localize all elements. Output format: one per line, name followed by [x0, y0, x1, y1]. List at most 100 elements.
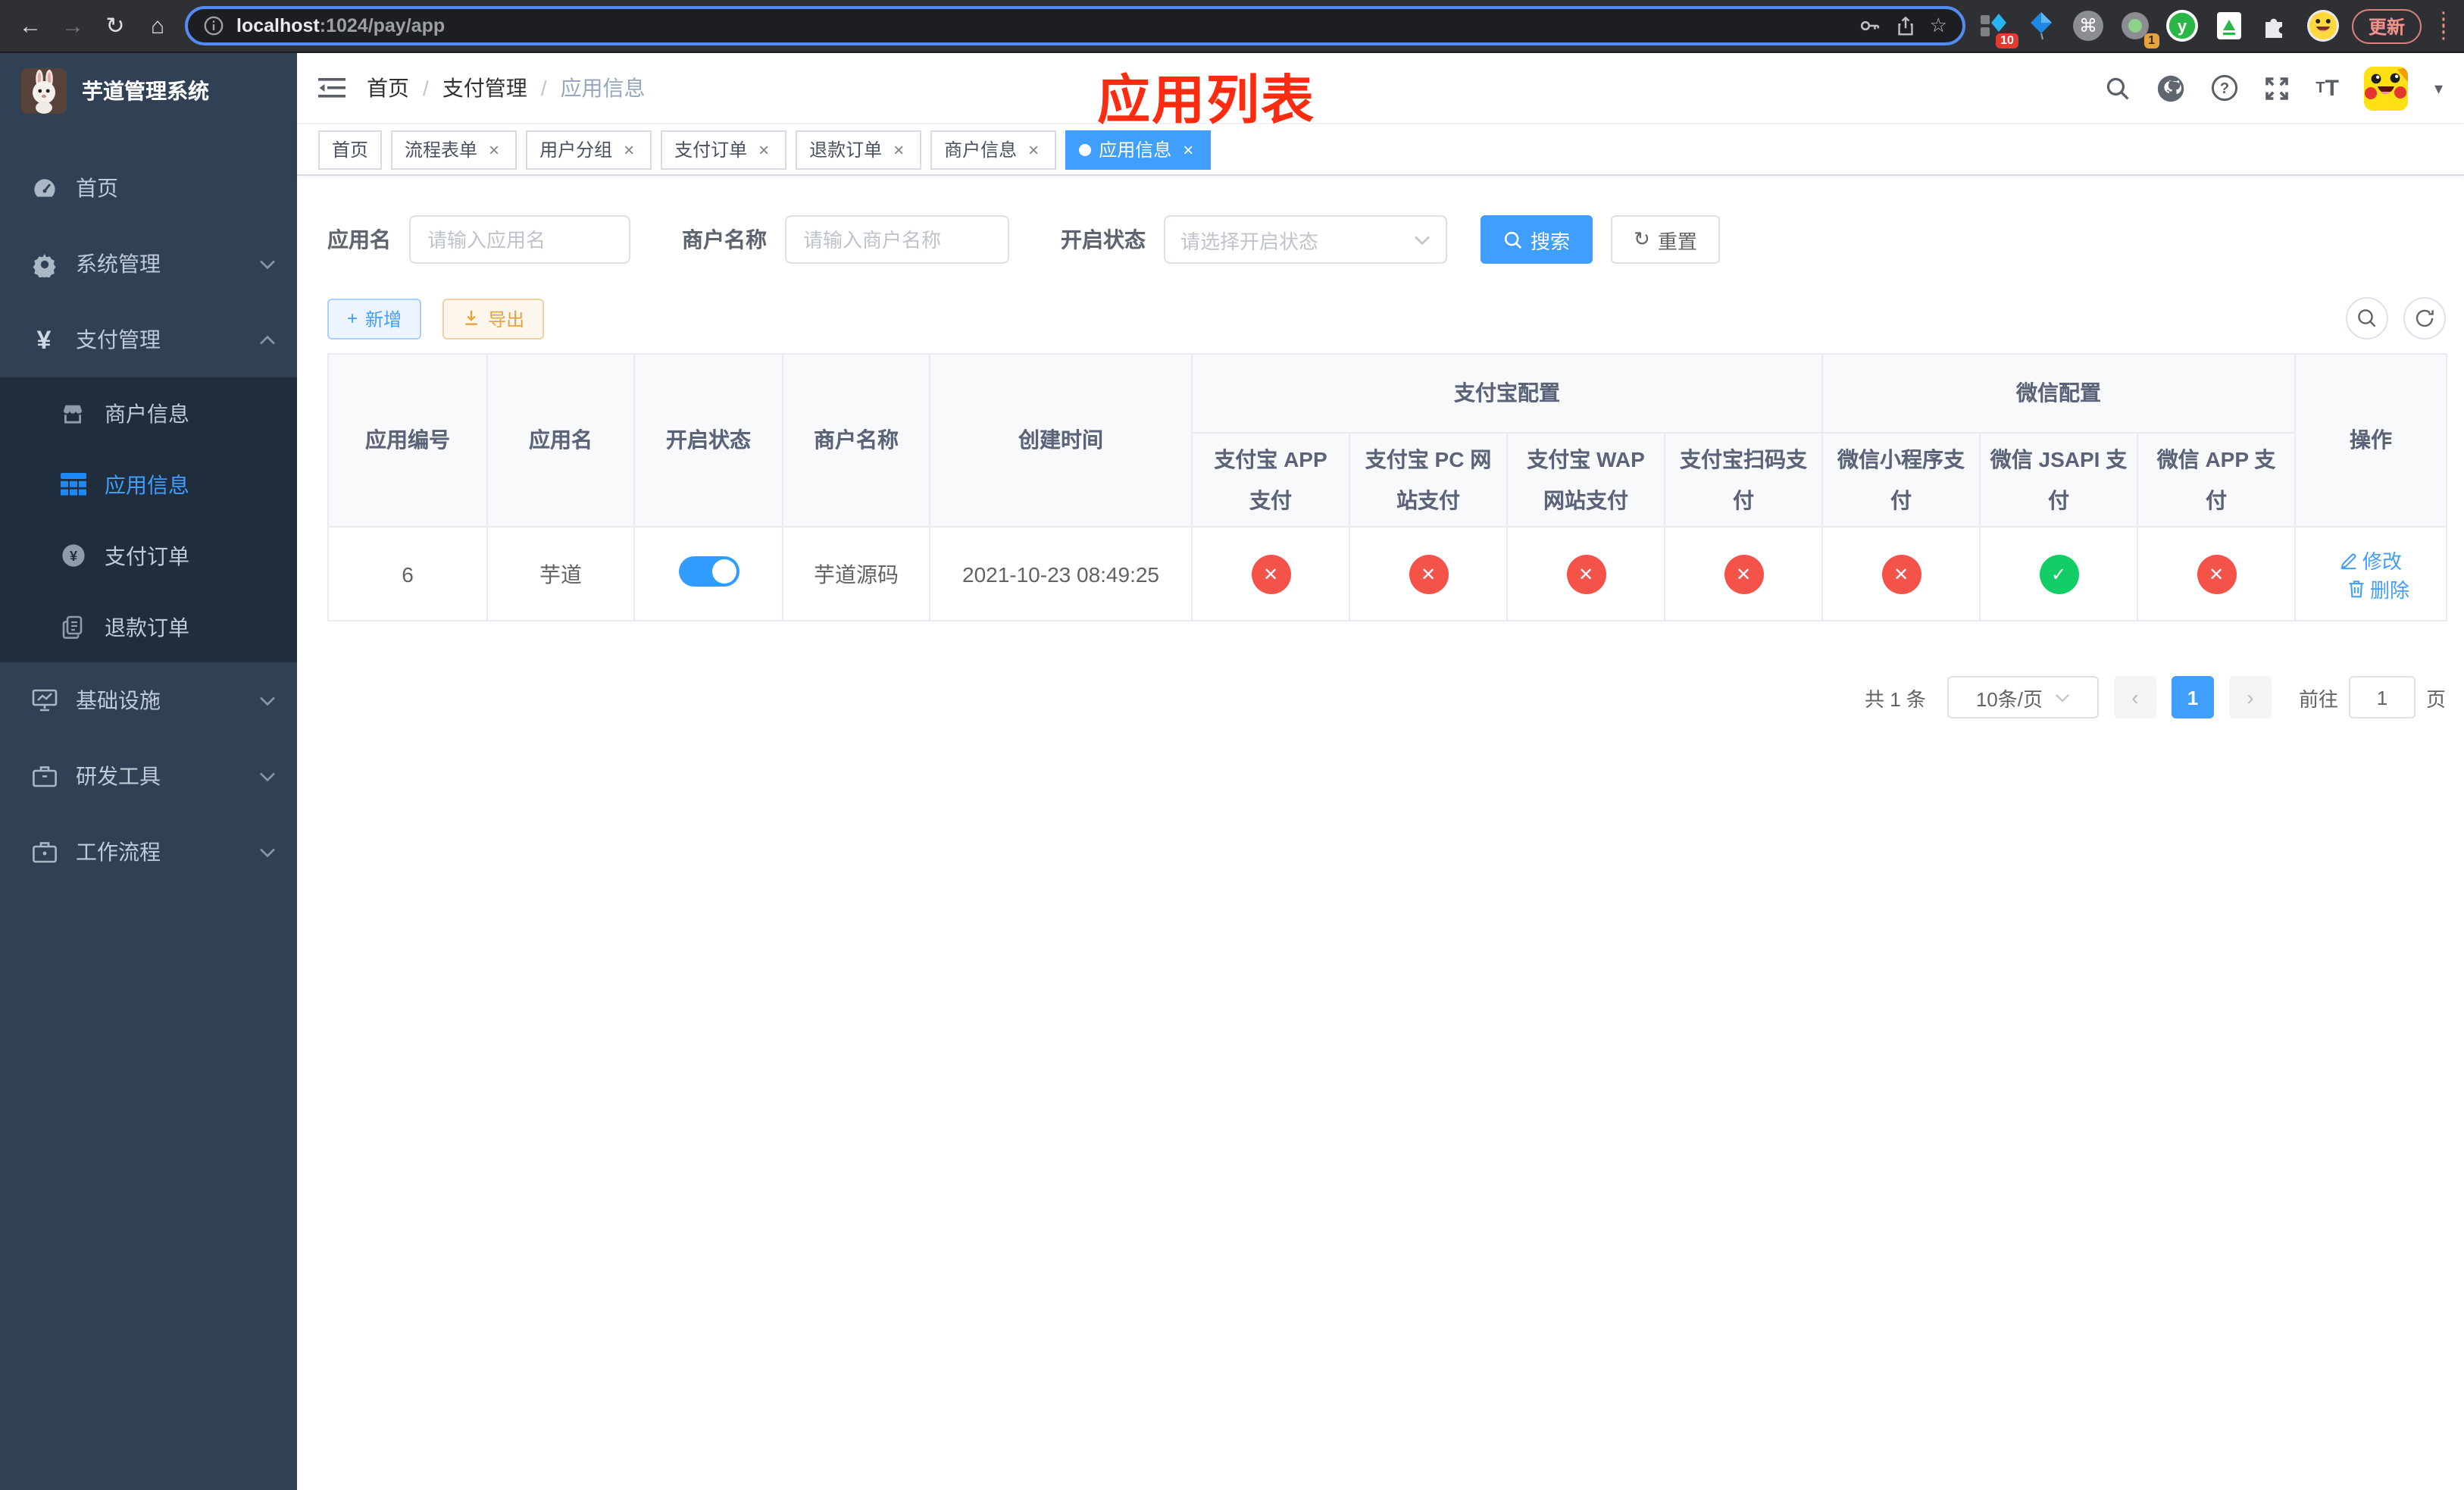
chevron-down-icon: [1415, 235, 1430, 245]
refresh-table-button[interactable]: [2403, 297, 2446, 340]
sidebar-item-infrastructure[interactable]: 基础设施: [0, 662, 297, 738]
ext-yuque-icon[interactable]: y: [2165, 9, 2199, 42]
wechat-jsapi-status-icon: ✓: [2039, 554, 2078, 594]
share-icon[interactable]: [1895, 14, 1918, 37]
download-icon: [465, 310, 477, 325]
sidebar-item-workflow[interactable]: 工作流程: [0, 814, 297, 890]
github-icon[interactable]: [2156, 74, 2185, 102]
col-alipay-app: 支付宝 APP 支付: [1191, 431, 1350, 528]
user-avatar[interactable]: [2364, 66, 2409, 110]
extension-icons: 10 ⌘ 1 y: [1978, 9, 2340, 49]
tag-close-icon[interactable]: ×: [1179, 139, 1197, 160]
sidebar-item-home[interactable]: 首页: [0, 150, 297, 226]
fullscreen-icon[interactable]: [2264, 75, 2290, 101]
ext-diamond-icon[interactable]: 10: [1978, 9, 2018, 49]
password-key-icon[interactable]: [1859, 14, 1883, 38]
refresh-icon: [2416, 309, 2434, 327]
browser-menu-icon[interactable]: ⋮ ⋮ ⋮: [2434, 9, 2453, 41]
edit-link[interactable]: 修改: [2340, 545, 2402, 574]
ext-docs-icon[interactable]: [2212, 9, 2246, 42]
cell-actions: 修改 删除: [2294, 526, 2447, 622]
breadcrumb-payment[interactable]: 支付管理: [442, 73, 527, 103]
payment-submenu: 商户信息 应用信息 ¥ 支付订单 退款订单: [0, 377, 297, 662]
col-alipay-qr: 支付宝扫码支付: [1664, 431, 1823, 528]
wechat-mini-status-icon: ✕: [1881, 554, 1921, 594]
export-button[interactable]: 导出: [442, 298, 545, 339]
browser-back-button[interactable]: ←: [15, 13, 45, 39]
app-table: 应用编号 应用名 开启状态 商户名称 创建时间 支付宝配置 微信配置 操作 支付…: [327, 352, 2447, 622]
browser-home-button[interactable]: ⌂: [142, 13, 173, 39]
current-page[interactable]: 1: [2171, 676, 2214, 719]
reset-button[interactable]: ↻ 重置: [1611, 215, 1720, 264]
avatar-caret-icon[interactable]: ▾: [2434, 78, 2443, 98]
tag-close-icon[interactable]: ×: [1024, 139, 1043, 160]
col-app-name: 应用名: [486, 352, 635, 528]
tag-close-icon[interactable]: ×: [485, 139, 503, 160]
enabled-toggle[interactable]: [678, 556, 739, 587]
browser-forward-button[interactable]: →: [58, 13, 88, 39]
edit-pencil-icon: [2340, 552, 2356, 569]
help-question-icon[interactable]: ?: [2211, 74, 2238, 102]
tag-close-icon[interactable]: ×: [890, 139, 908, 160]
tag-close-icon[interactable]: ×: [755, 139, 773, 160]
bookmark-star-icon[interactable]: ☆: [1930, 14, 1947, 38]
page-unit-label: 页: [2425, 687, 2446, 711]
profile-avatar[interactable]: [2306, 9, 2340, 42]
status-select[interactable]: 请选择开启状态: [1164, 215, 1447, 264]
breadcrumb-home[interactable]: 首页: [367, 73, 409, 103]
sidebar-item-app-info[interactable]: 应用信息: [0, 449, 297, 520]
extensions-puzzle-icon[interactable]: [2259, 9, 2293, 42]
toggle-search-button[interactable]: [2346, 297, 2388, 340]
sidebar-menu: 首页 系统管理 ¥ 支付管理 商户信息 应用信息 ¥ 支付订单 退款订单 基础设…: [0, 150, 297, 890]
add-button[interactable]: + 新增: [327, 298, 422, 339]
merchant-name-input[interactable]: [785, 215, 1009, 264]
sidebar-item-pay-orders[interactable]: ¥ 支付订单: [0, 520, 297, 591]
browser-toolbar: ← → ↻ ⌂ localhost:1024/pay/app ☆ 10 ⌘ 1: [0, 0, 2464, 53]
browser-reload-button[interactable]: ↻: [100, 12, 130, 39]
site-info-icon[interactable]: [203, 15, 224, 36]
tag-home[interactable]: 首页: [318, 130, 383, 169]
cell-merchant: 芋道源码: [782, 526, 930, 622]
chevron-down-icon: [2055, 693, 2070, 703]
tag-refund-orders[interactable]: 退款订单 ×: [796, 130, 922, 169]
tag-user-group[interactable]: 用户分组 ×: [526, 130, 652, 169]
delete-link[interactable]: 删除: [2347, 574, 2409, 603]
prev-page-button[interactable]: ‹: [2113, 676, 2156, 719]
goto-label: 前往: [2298, 687, 2338, 711]
tag-close-icon[interactable]: ×: [620, 139, 638, 160]
app-logo-row[interactable]: 芋道管理系统: [0, 53, 297, 129]
app-name-input[interactable]: [409, 215, 630, 264]
sidebar: 芋道管理系统 首页 系统管理 ¥ 支付管理 商户信息 应用信息 ¥ 支付订单 退…: [0, 53, 297, 1490]
col-merchant: 商户名称: [782, 352, 930, 528]
sidebar-item-payment[interactable]: ¥ 支付管理: [0, 302, 297, 377]
sidebar-fold-icon[interactable]: [318, 76, 346, 100]
ext-kite-icon[interactable]: [2025, 9, 2058, 42]
ext-recorder-icon[interactable]: 1: [2118, 9, 2159, 49]
font-size-icon[interactable]: TT: [2315, 75, 2339, 101]
search-button[interactable]: 搜索: [1481, 215, 1593, 264]
page-size-select[interactable]: 10条/页: [1946, 676, 2099, 719]
tag-app-info[interactable]: 应用信息 ×: [1065, 130, 1212, 169]
chevron-down-icon: [259, 847, 276, 857]
search-icon[interactable]: [2105, 75, 2131, 101]
cell-app-name: 芋道: [486, 526, 635, 622]
address-bar[interactable]: localhost:1024/pay/app ☆: [185, 6, 1965, 45]
tag-pay-orders[interactable]: 支付订单 ×: [661, 130, 787, 169]
cell-created: 2021-10-23 08:49:25: [929, 526, 1193, 622]
tags-view-bar: 首页 流程表单 × 用户分组 × 支付订单 × 退款订单 × 商户信息 × 应用信息 ×: [297, 124, 2464, 176]
refresh-icon: ↻: [1634, 227, 1650, 250]
tag-merchant-info[interactable]: 商户信息 ×: [930, 130, 1057, 169]
alipay-qr-status-icon: ✕: [1724, 554, 1763, 594]
sidebar-item-merchant-info[interactable]: 商户信息: [0, 377, 297, 449]
tag-process-form[interactable]: 流程表单 ×: [391, 130, 518, 169]
ext-command-icon[interactable]: ⌘: [2072, 9, 2105, 42]
chrome-update-button[interactable]: 更新: [2351, 8, 2422, 43]
goto-page-input[interactable]: [2348, 676, 2416, 719]
sidebar-item-system[interactable]: 系统管理: [0, 226, 297, 302]
app-title: 芋道管理系统: [82, 79, 209, 103]
sidebar-item-refund-orders[interactable]: 退款订单: [0, 591, 297, 662]
col-status: 开启状态: [633, 352, 783, 528]
screen: ← → ↻ ⌂ localhost:1024/pay/app ☆ 10 ⌘ 1: [0, 0, 2464, 1490]
next-page-button[interactable]: ›: [2228, 676, 2272, 719]
sidebar-item-dev-tools[interactable]: 研发工具: [0, 738, 297, 814]
